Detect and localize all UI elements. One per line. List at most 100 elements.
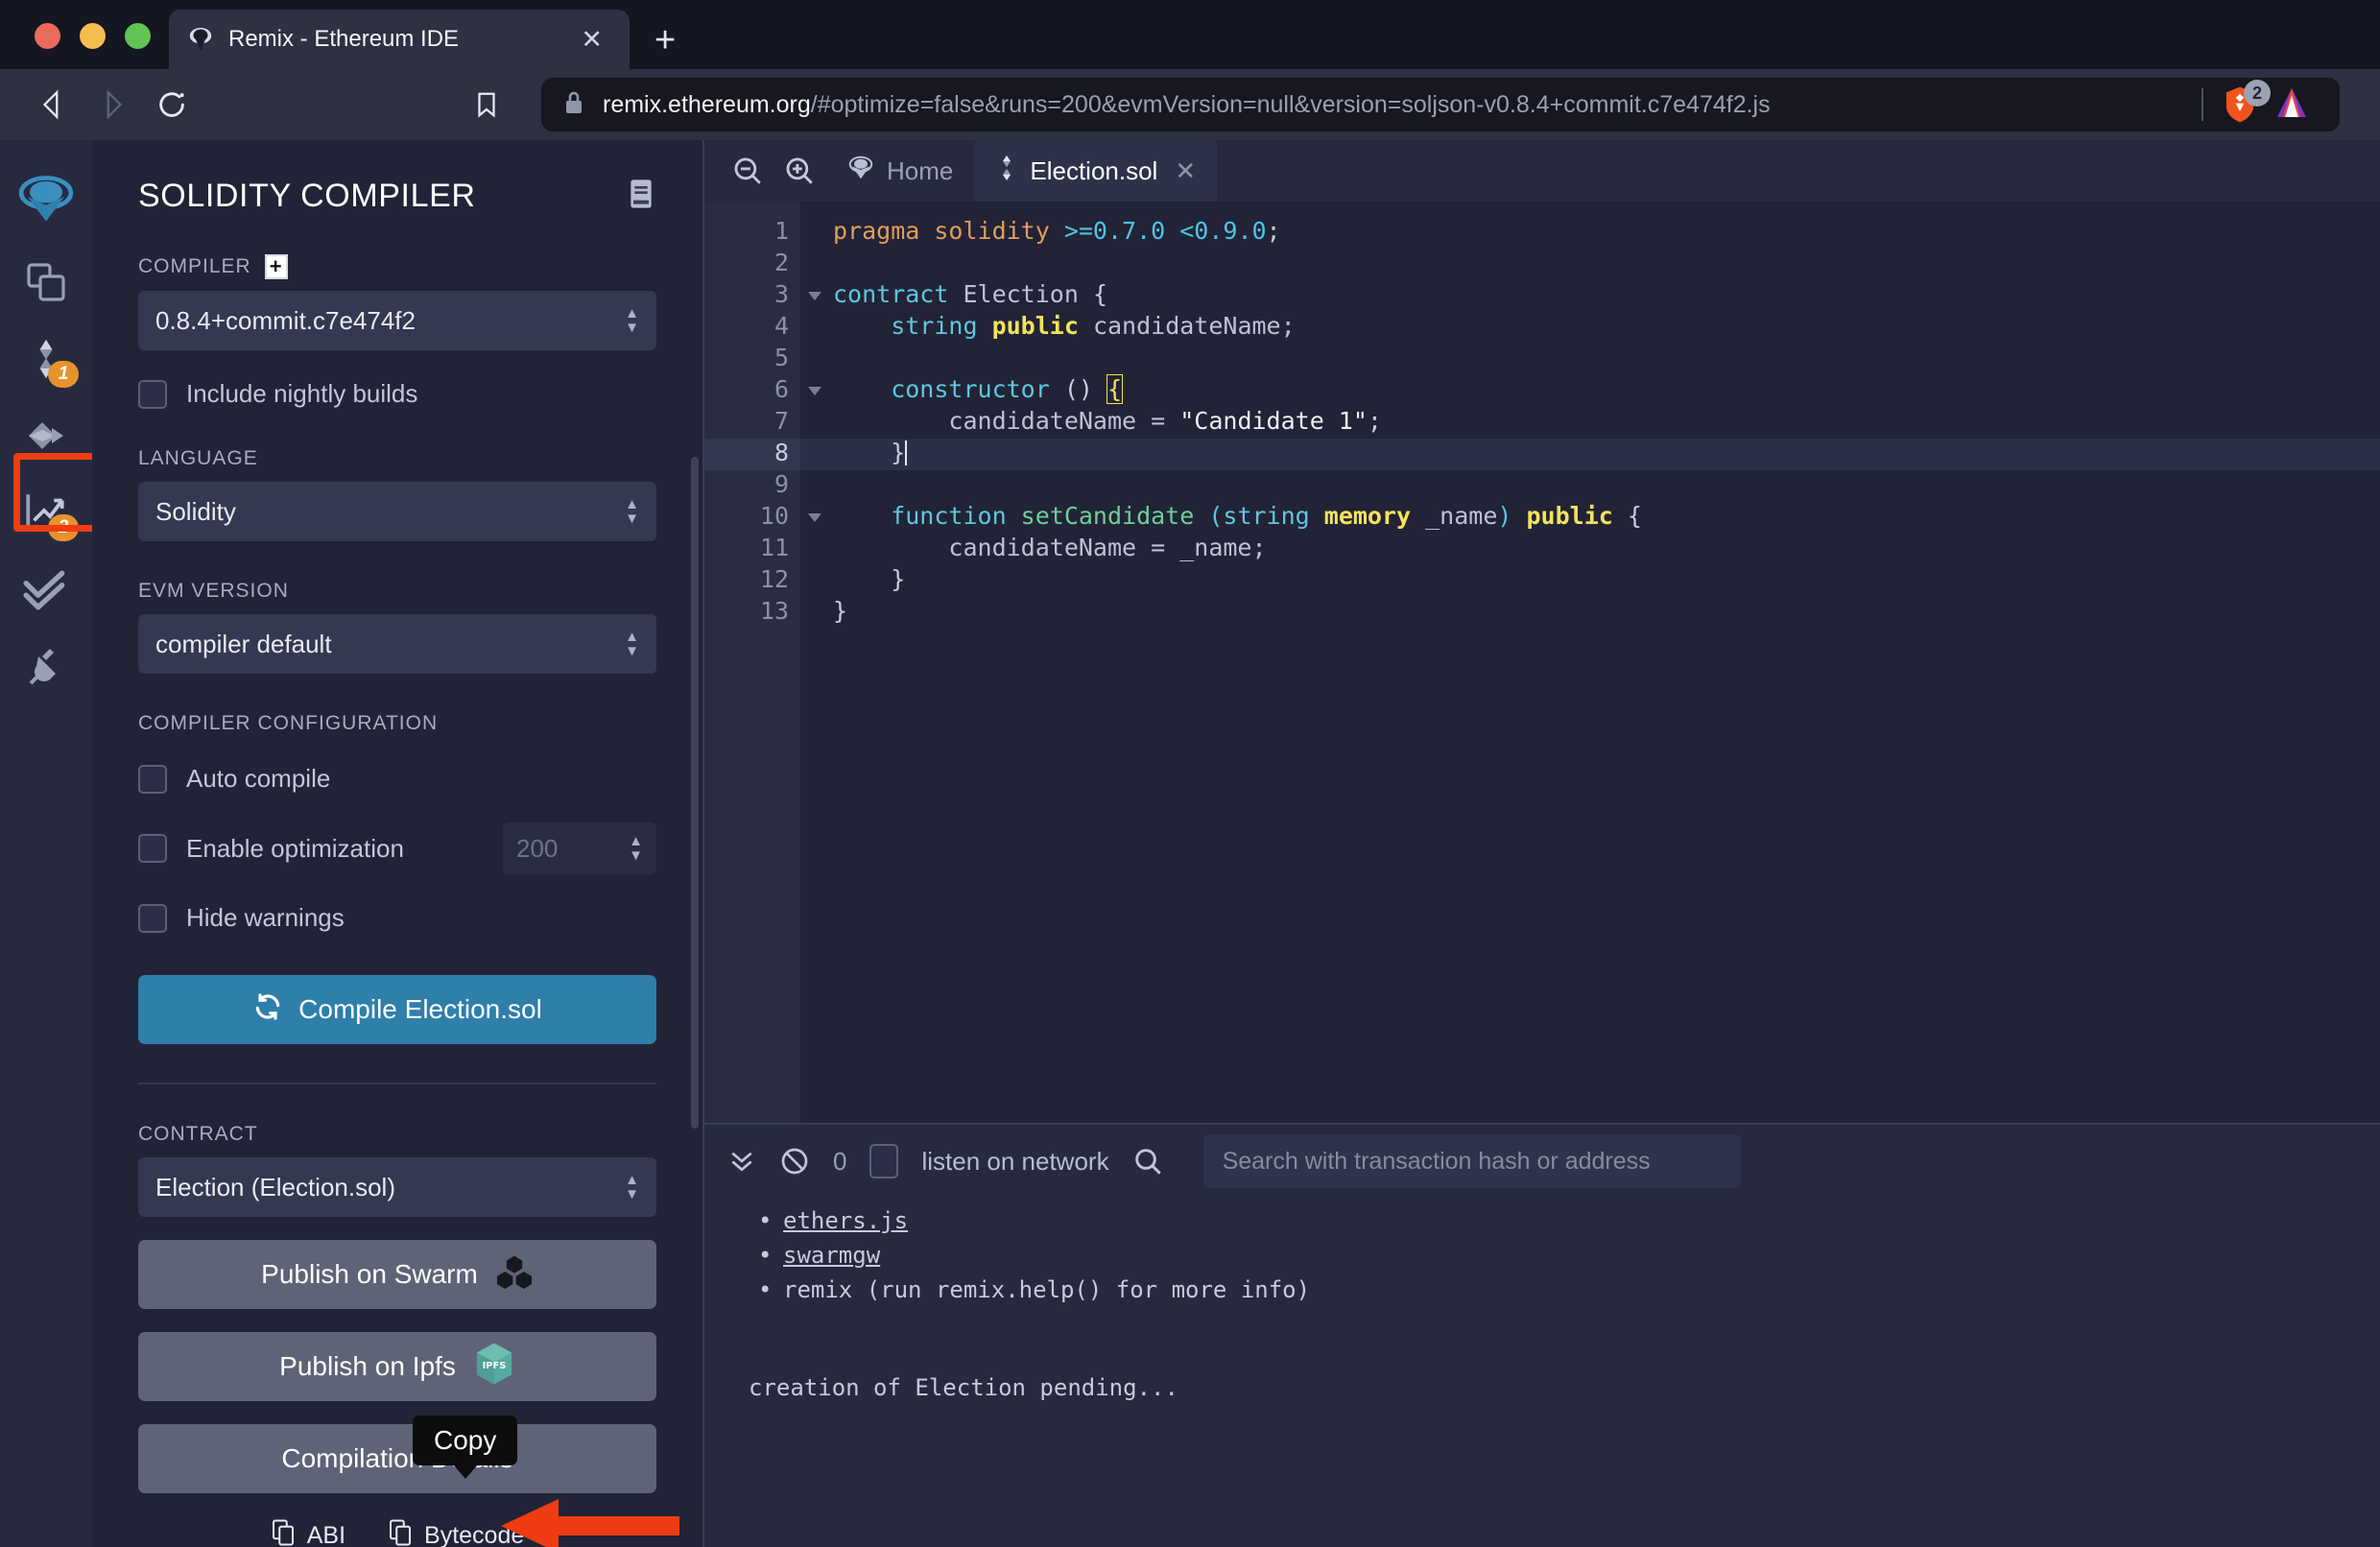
- auto-compile-checkbox[interactable]: [138, 764, 167, 794]
- tab-title: Remix - Ethereum IDE: [228, 26, 460, 52]
- bookmark-icon[interactable]: [461, 88, 512, 121]
- transaction-search-input[interactable]: Search with transaction hash or address: [1202, 1134, 1741, 1188]
- url-host: remix.ethereum.org: [603, 90, 811, 118]
- copy-abi-label: ABI: [306, 1522, 346, 1547]
- documentation-icon[interactable]: [626, 177, 656, 216]
- code-content[interactable]: pragma solidity >=0.7.0 <0.9.0; contract …: [800, 202, 2380, 1123]
- copy-abi-button[interactable]: ABI: [271, 1518, 345, 1547]
- brave-shields-icon[interactable]: 2: [2221, 80, 2271, 126]
- include-nightly-builds-checkbox[interactable]: [138, 379, 167, 409]
- optimization-runs-input[interactable]: 200 ▲ ▼: [503, 822, 656, 874]
- code-token: "Candidate 1": [1179, 407, 1368, 435]
- language-select[interactable]: Solidity ▲ ▼: [138, 482, 656, 541]
- code-token: candidateName =: [833, 407, 1180, 435]
- new-tab-button[interactable]: +: [654, 22, 676, 59]
- page-title: SOLIDITY COMPILER: [138, 178, 476, 214]
- hide-warnings-row[interactable]: Hide warnings: [138, 903, 656, 933]
- browser-tab[interactable]: Remix - Ethereum IDE ✕: [169, 10, 630, 69]
- extension-triangle-icon[interactable]: [2274, 84, 2309, 126]
- terminal-log-list: ethers.js swarmgw remix (run remix.help() …: [749, 1203, 2336, 1307]
- code-token: ): [1497, 502, 1527, 530]
- sidebar-item-plugin-manager[interactable]: [0, 630, 92, 706]
- minimize-window-button[interactable]: [80, 23, 106, 49]
- language-label: LANGUAGE: [138, 447, 258, 469]
- code-line[interactable]: [800, 470, 2380, 502]
- compiler-version-value: 0.8.4+commit.c7e474f2: [155, 305, 416, 335]
- sidebar-item-analysis[interactable]: 2: [0, 476, 92, 553]
- auto-compile-row[interactable]: Auto compile: [138, 764, 656, 794]
- sidebar-item-file-explorer[interactable]: [0, 246, 92, 322]
- line-number: 1: [774, 217, 789, 245]
- reload-button[interactable]: [142, 75, 202, 134]
- tab-election-sol[interactable]: Election.sol ✕: [974, 140, 1218, 202]
- code-line[interactable]: }: [800, 439, 2380, 470]
- close-window-button[interactable]: [35, 23, 60, 49]
- close-icon[interactable]: ✕: [1175, 156, 1196, 186]
- window-controls: [35, 23, 151, 49]
- zoom-out-button[interactable]: [722, 140, 774, 202]
- code-line[interactable]: }: [800, 597, 2380, 629]
- sidebar-item-solidity-compiler[interactable]: 1: [0, 322, 92, 399]
- code-line[interactable]: pragma solidity >=0.7.0 <0.9.0;: [800, 217, 2380, 249]
- log-link[interactable]: swarmgw: [783, 1242, 880, 1269]
- log-link[interactable]: ethers.js: [783, 1207, 908, 1234]
- panel-scrollbar[interactable]: [691, 457, 699, 1129]
- enable-optimization-checkbox[interactable]: [138, 834, 167, 863]
- sidebar-item-unit-testing[interactable]: [0, 553, 92, 630]
- back-button[interactable]: [23, 75, 83, 134]
- remix-logo-icon: [846, 154, 875, 189]
- ethereum-favicon-icon: [186, 25, 215, 54]
- code-token: {: [1092, 280, 1107, 308]
- hide-warnings-checkbox[interactable]: [138, 903, 167, 933]
- publish-on-swarm-button[interactable]: Publish on Swarm: [138, 1240, 656, 1309]
- browser-window: Remix - Ethereum IDE ✕ + remix.ethereum.…: [0, 0, 2380, 1547]
- evm-version-value: compiler default: [155, 629, 332, 658]
- contract-select[interactable]: Election (Election.sol) ▲ ▼: [138, 1157, 656, 1217]
- code-line[interactable]: function setCandidate (string memory _na…: [800, 502, 2380, 534]
- code-line[interactable]: string public candidateName;: [800, 312, 2380, 344]
- maximize-window-button[interactable]: [125, 23, 151, 49]
- publish-on-ipfs-button[interactable]: Publish on Ipfs IPFS: [138, 1332, 656, 1401]
- compiler-version-select[interactable]: 0.8.4+commit.c7e474f2 ▲ ▼: [138, 291, 656, 350]
- code-line[interactable]: [800, 249, 2380, 280]
- code-line[interactable]: contract Election {: [800, 280, 2380, 312]
- list-item: remix (run remix.help() for more info): [749, 1273, 2336, 1307]
- code-line[interactable]: }: [800, 565, 2380, 597]
- chevron-updown-icon: ▲ ▼: [625, 1172, 639, 1202]
- line-number: 13: [759, 597, 789, 625]
- publish-on-ipfs-label: Publish on Ipfs: [279, 1351, 456, 1381]
- sidebar-item-deploy-run[interactable]: [0, 399, 92, 476]
- remix-home-icon[interactable]: [0, 157, 92, 246]
- close-icon[interactable]: ✕: [571, 26, 612, 53]
- enable-optimization-row[interactable]: Enable optimization 200 ▲ ▼: [138, 822, 656, 874]
- refresh-icon: [252, 991, 283, 1029]
- code-line[interactable]: [800, 344, 2380, 375]
- line-number: 10: [704, 502, 821, 534]
- line-number: 7: [774, 407, 789, 435]
- code-line[interactable]: candidateName = _name;: [800, 534, 2380, 565]
- chevron-updown-icon: ▲ ▼: [625, 496, 639, 527]
- code-editor[interactable]: 1 2 3 4 5 6 7 8 9 10 11 12 13 pragma solidity >=0.7.…: [704, 202, 2380, 1123]
- tab-home[interactable]: Home: [825, 140, 974, 202]
- toolbar-divider: [2202, 88, 2203, 121]
- address-bar[interactable]: remix.ethereum.org/#optimize=false&runs=…: [541, 78, 2340, 131]
- collapse-terminal-icon[interactable]: [727, 1147, 756, 1176]
- compile-button[interactable]: Compile Election.sol: [138, 975, 656, 1044]
- log-spacer: [749, 1307, 2336, 1370]
- clear-console-icon[interactable]: [779, 1146, 810, 1177]
- compilation-details-button[interactable]: Compilation Details: [138, 1424, 656, 1493]
- code-line[interactable]: constructor () {: [800, 374, 2380, 407]
- forward-button[interactable]: [83, 75, 142, 134]
- code-token: candidateName = _name;: [833, 534, 1267, 561]
- include-nightly-builds-row[interactable]: Include nightly builds: [138, 379, 656, 409]
- chevron-updown-icon: ▲ ▼: [629, 833, 643, 864]
- terminal-log: ethers.js swarmgw remix (run remix.help() …: [704, 1198, 2380, 1547]
- code-line[interactable]: candidateName = "Candidate 1";: [800, 407, 2380, 439]
- extension-icons: 2: [2221, 80, 2319, 126]
- plug-icon: [23, 643, 69, 694]
- zoom-in-button[interactable]: [774, 140, 825, 202]
- add-compiler-icon[interactable]: +: [264, 254, 288, 279]
- line-number: 6: [704, 375, 821, 407]
- listen-on-network-checkbox[interactable]: [869, 1144, 899, 1178]
- evm-version-select[interactable]: compiler default ▲ ▼: [138, 614, 656, 674]
